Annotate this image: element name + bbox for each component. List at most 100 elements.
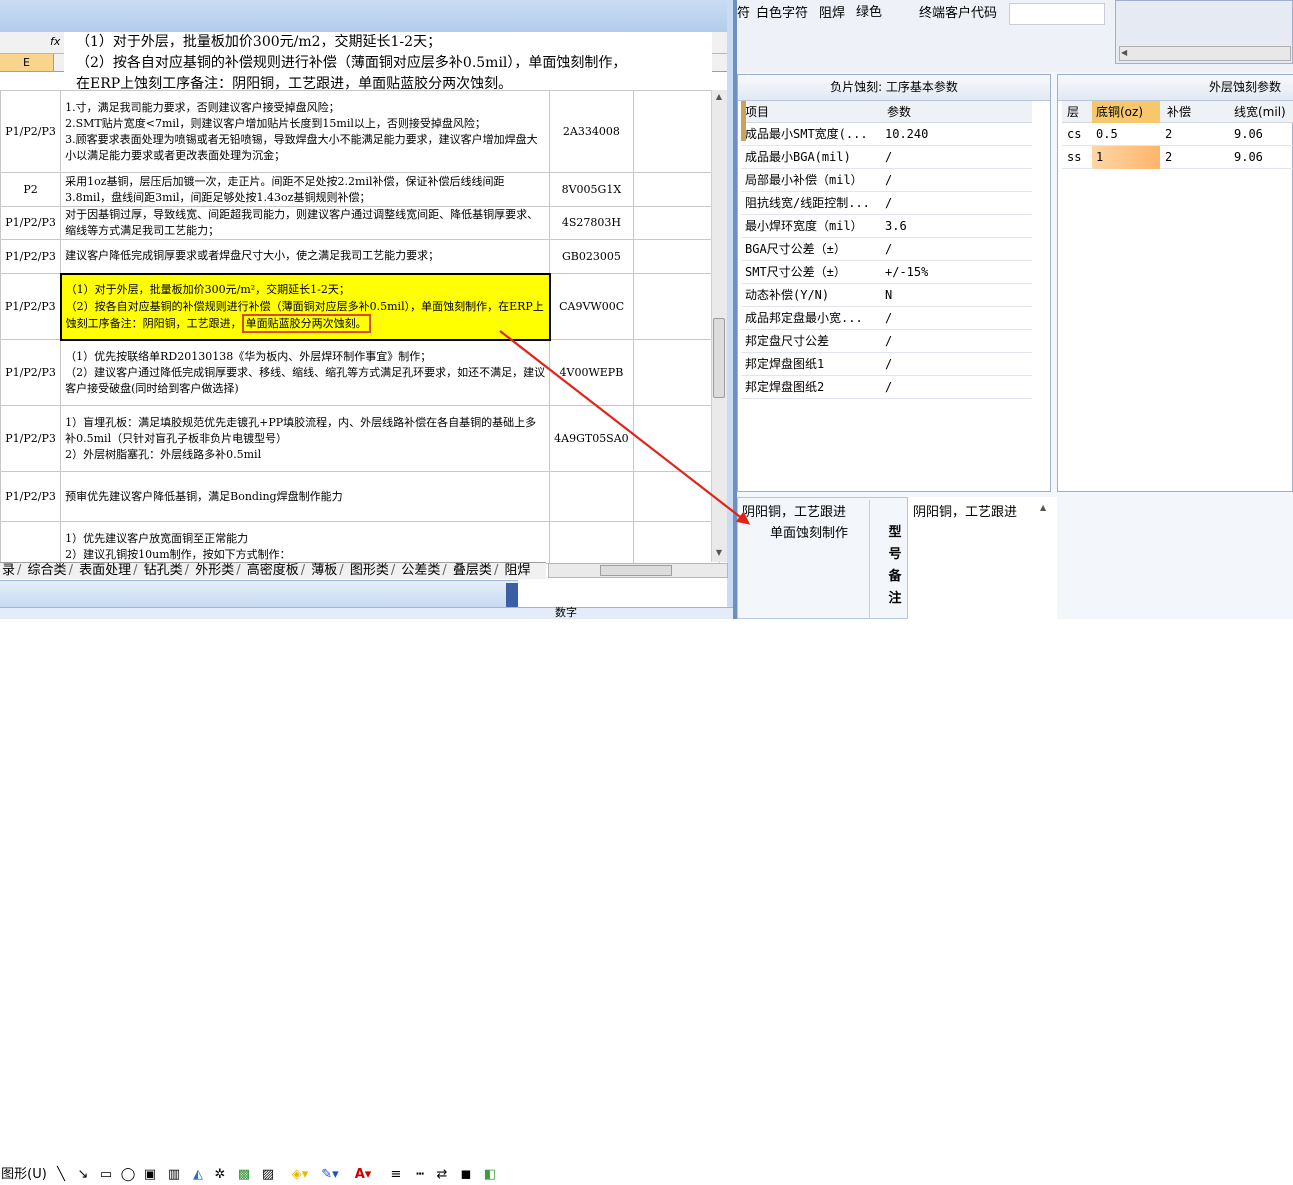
column-header-e[interactable]: E — [0, 54, 54, 72]
cell-code[interactable]: 4V00WEPB — [549, 339, 634, 406]
sheet-tab[interactable]: 公差类 — [399, 563, 442, 579]
cell-code[interactable]: 4A9GT05SA0 — [549, 405, 634, 472]
cell-empty[interactable] — [632, 471, 720, 522]
param-row[interactable]: 邦定盘尺寸公差 / — [741, 330, 1032, 353]
cell-layer[interactable]: P1/P2/P3 — [0, 471, 62, 522]
cell-code[interactable]: 8V005G1X — [549, 172, 634, 207]
hscroll-thumb[interactable] — [600, 565, 672, 576]
cell-layer[interactable] — [0, 521, 62, 564]
line-color-icon[interactable]: ✎▾ — [320, 1165, 340, 1185]
sheet-tab[interactable]: 薄板 — [309, 563, 339, 579]
font-color-icon[interactable]: A▾ — [352, 1165, 374, 1185]
sheet-tab[interactable]: 外形类 — [193, 563, 236, 579]
textbox-icon[interactable]: ▣ — [142, 1165, 158, 1185]
cell-layer[interactable]: P1/P2/P3 — [0, 339, 62, 406]
sheet-tab[interactable]: 录 — [0, 563, 17, 579]
cell-text[interactable]: 采用1oz基铜，层压后加镀一次，走正片。间距不足处按2.2mil补偿，保证补偿后… — [60, 172, 551, 207]
vertical-textbox-icon[interactable]: ▥ — [166, 1165, 182, 1185]
outer-base-selected[interactable]: 1 — [1092, 146, 1160, 169]
cell-empty[interactable] — [632, 339, 720, 406]
cell-code[interactable]: 2A334008 — [549, 90, 634, 173]
cell-empty[interactable] — [632, 273, 720, 340]
dash-style-icon[interactable]: ┅ — [412, 1165, 428, 1185]
fx-icon[interactable]: fx — [50, 35, 60, 48]
cell-layer[interactable]: P1/P2/P3 — [0, 405, 62, 472]
shadow-icon[interactable]: ◼ — [458, 1165, 474, 1185]
sheet-tab[interactable]: 阻焊 — [502, 563, 532, 579]
scroll-down-icon[interactable]: ▼ — [713, 548, 725, 560]
formula-line: （2）按各自对应基铜的补偿规则进行补偿（薄面铜对应层多补0.5mil），单面蚀刻… — [76, 55, 627, 71]
param-row[interactable]: 成品邦定盘最小宽... / — [741, 307, 1032, 330]
cell-layer[interactable]: P1/P2/P3 — [0, 239, 62, 274]
param-row[interactable]: BGA尺寸公差（±） / — [741, 238, 1032, 261]
cell-layer[interactable]: P1/P2/P3 — [0, 90, 62, 173]
end-customer-field[interactable] — [1009, 3, 1105, 25]
cell-code[interactable]: 4S27803H — [549, 206, 634, 240]
cell-layer[interactable]: P2 — [0, 172, 62, 207]
diagram-icon[interactable]: ✲ — [212, 1165, 228, 1185]
arrow-style-icon[interactable]: ⇄ — [434, 1165, 450, 1185]
list-hscroll[interactable] — [1119, 46, 1291, 61]
param-row[interactable]: 动态补偿(Y/N) N — [741, 284, 1032, 307]
cell-text[interactable]: （1）优先按联络单RD20130138《华为板内、外层焊环制作事宜》制作； （2… — [60, 339, 551, 406]
cell-code[interactable] — [549, 521, 634, 564]
sheet-tab[interactable]: 图形类 — [348, 563, 391, 579]
cell-text[interactable]: 建议客户降低完成铜厚要求或者焊盘尺寸大小，使之满足我司工艺能力要求； — [60, 239, 551, 274]
fill-color-icon[interactable]: ◈▾ — [290, 1165, 310, 1185]
toolbar-options-icon[interactable] — [506, 583, 518, 607]
3d-style-icon[interactable]: ◧ — [482, 1165, 498, 1185]
cell-layer[interactable]: P1/P2/P3 — [0, 273, 62, 340]
cell-empty[interactable] — [632, 521, 720, 564]
cell-text[interactable]: 对于因基铜过厚，导致线宽、间距超我司能力，则建议客户通过调整线宽间距、降低基铜厚… — [60, 206, 551, 240]
process-remark-line[interactable]: 阴阳铜，工艺跟进 — [742, 502, 846, 523]
rectangle-icon[interactable]: ▭ — [98, 1165, 114, 1185]
outer-row[interactable]: ss 1 2 9.06 — [1062, 146, 1293, 169]
scroll-left-icon[interactable]: ◀ — [1121, 48, 1131, 59]
cell-empty[interactable] — [632, 206, 720, 240]
cell-layer[interactable]: P1/P2/P3 — [0, 206, 62, 240]
cell-empty[interactable] — [632, 405, 720, 472]
cell-empty[interactable] — [632, 90, 720, 173]
line-style-icon[interactable]: ≡ — [388, 1165, 404, 1185]
param-row[interactable]: 局部最小补偿（mil） / — [741, 169, 1032, 192]
wordart-icon[interactable]: ◭ — [190, 1165, 206, 1185]
param-row[interactable]: SMT尺寸公差（±） +/-15% — [741, 261, 1032, 284]
draw-menu-button[interactable]: 图形(U) — [0, 1165, 48, 1185]
model-remark-text[interactable]: 阴阳铜，工艺跟进 — [913, 502, 1017, 523]
param-row[interactable]: 阻抗线宽/线距控制... / — [741, 192, 1032, 215]
param-row[interactable]: 邦定焊盘图纸1 / — [741, 353, 1032, 376]
scroll-thumb[interactable] — [713, 318, 725, 398]
cell-code[interactable] — [549, 471, 634, 522]
picture-icon[interactable]: ▨ — [260, 1165, 276, 1185]
formula-content[interactable]: （1）对于外层，批量板加价300元/m2，交期延长1-2天； （2）按各自对应基… — [64, 32, 712, 92]
sheet-tab[interactable]: 综合类 — [26, 563, 69, 579]
outer-layer: cs — [1067, 127, 1082, 141]
arrow-icon[interactable]: ↘ — [76, 1165, 90, 1185]
cell-code[interactable]: CA9VW00C — [549, 273, 634, 340]
process-remark-line[interactable]: 单面蚀刻制作 — [770, 523, 848, 544]
cell-text[interactable]: 1.寸，满足我司能力要求，否则建议客户接受掉盘风险； 2.SMT贴片宽度<7mi… — [60, 90, 551, 173]
sheet-tab[interactable]: 叠层类 — [451, 563, 494, 579]
param-row[interactable]: 最小焊环宽度（mil） 3.6 — [741, 215, 1032, 238]
oval-icon[interactable]: ◯ — [120, 1165, 136, 1185]
sheet-tab[interactable]: 表面处理 — [77, 563, 133, 579]
param-row[interactable]: 成品最小SMT宽度(... 10.240 — [741, 123, 1032, 146]
cell-empty[interactable] — [632, 172, 720, 207]
solder-mask-color[interactable]: 绿色 — [853, 3, 913, 25]
sheet-tab[interactable]: 钻孔类 — [142, 563, 185, 579]
cell-text-selected[interactable]: （1）对于外层，批量板加价300元/m²，交期延长1-2天； （2）按各自对应基… — [59, 272, 551, 341]
line-icon[interactable]: ╲ — [54, 1165, 68, 1185]
outer-row[interactable]: cs 0.5 2 9.06 — [1062, 123, 1293, 146]
cell-text[interactable]: 1）优先建议客户放宽面铜至正常能力 2）建议孔铜按10um制作，按如下方式制作： — [60, 521, 551, 564]
cell-code[interactable]: GB023005 — [549, 239, 634, 274]
label-char: 备 — [888, 569, 902, 584]
param-row[interactable]: 成品最小BGA(mil) / — [741, 146, 1032, 169]
clipart-icon[interactable]: ▩ — [236, 1165, 252, 1185]
cell-text[interactable]: 预审优先建议客户降低基铜，满足Bonding焊盘制作能力 — [60, 471, 551, 522]
cell-text[interactable]: 1）盲埋孔板：满足填胶规范优先走镀孔+PP填胶流程，内、外层线路补偿在各自基铜的… — [60, 405, 551, 472]
sheet-tab[interactable]: 高密度板 — [245, 563, 301, 579]
scroll-up-icon[interactable]: ▲ — [1040, 503, 1046, 512]
param-row[interactable]: 邦定焊盘图纸2 / — [741, 376, 1032, 399]
scroll-up-icon[interactable]: ▲ — [713, 92, 725, 104]
cell-empty[interactable] — [632, 239, 720, 274]
